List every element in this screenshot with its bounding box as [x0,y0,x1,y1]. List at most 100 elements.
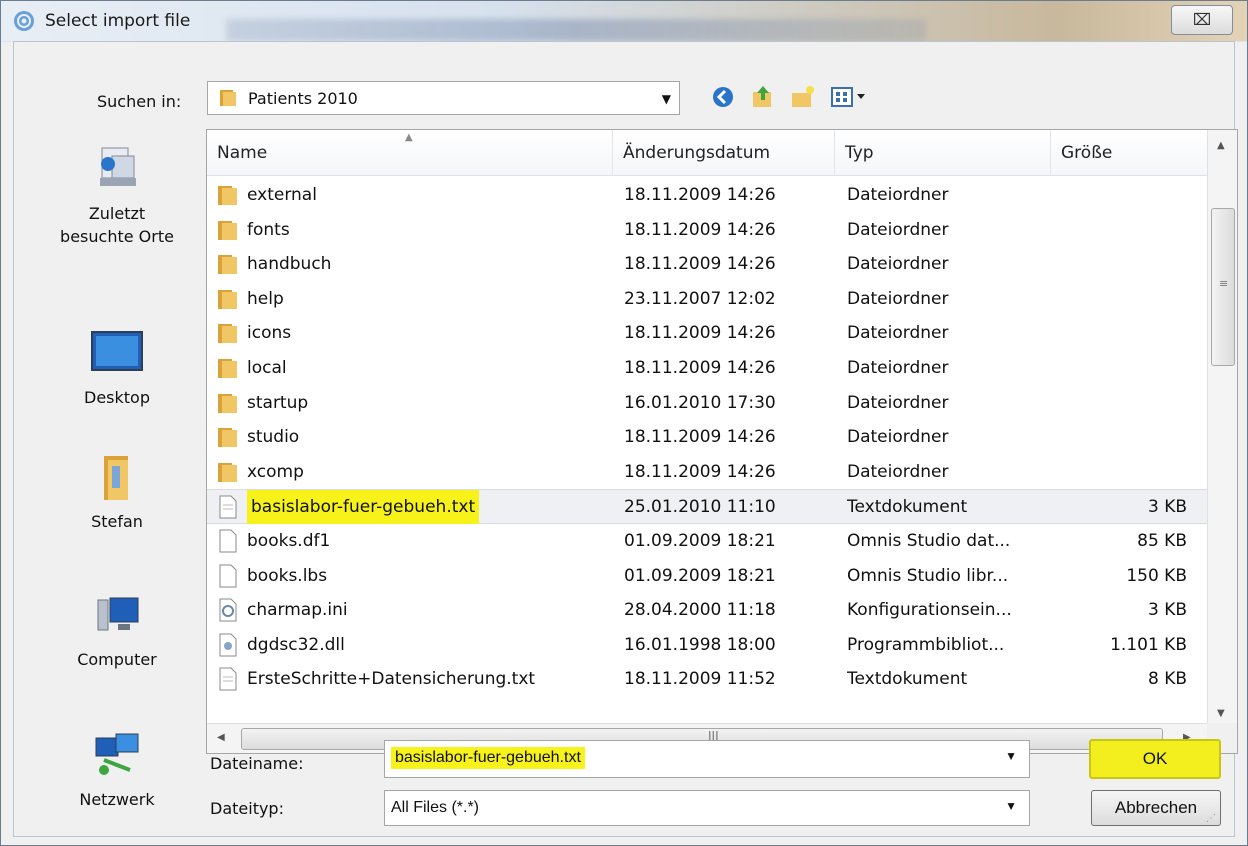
file-name: books.df1 [247,531,331,551]
file-type: Omnis Studio libr... [847,565,1009,586]
file-type: Dateiordner [847,185,949,205]
file-type: Dateiordner [847,288,949,309]
file-name: fonts [247,219,290,240]
file-row[interactable]: studio 18.11.2009 14:26 Dateiordner [207,420,1207,455]
file-date: 01.09.2009 18:21 [624,565,776,586]
file-name: icons [247,323,292,344]
file-name: xcomp [247,461,304,482]
file-type: Programmbibliot... [847,634,1005,655]
file-type: Konfigurationsein... [847,600,1012,621]
dialog-body: Suchen in: Patients 2010 ▼ Zuletzt besuc… [13,41,1238,837]
file-name-cell: ErsteSchritte+Datensicherung.txt [217,662,607,696]
vertical-scrollbar[interactable]: ▲ ≡ ▼ [1207,130,1237,724]
file-name-cell: handbuch [217,247,607,281]
desktop-icon [91,331,143,371]
file-row[interactable]: handbuch 18.11.2009 14:26 Dateiordner [207,247,1207,282]
file-type: Dateiordner [847,254,949,275]
file-name-cell: xcomp [217,455,607,489]
filetype-value: All Files (*.*) [391,799,480,816]
filename-input[interactable]: basislabor-fuer-gebueh.txt ▼ [384,740,1030,778]
file-row[interactable]: startup 16.01.2010 17:30 Dateiordner [207,386,1207,421]
file-name: handbuch [247,254,332,275]
place-label-network: Netzwerk [79,790,155,809]
file-name-cell: local [217,351,607,385]
folder-icon [217,321,239,345]
column-size[interactable]: Größe [1051,130,1207,176]
file-row[interactable]: help 23.11.2007 12:02 Dateiordner [207,282,1207,317]
file-name: ErsteSchritte+Datensicherung.txt [247,669,536,690]
column-date[interactable]: Änderungsdatum [613,130,835,176]
place-label-recent: Zuletzt besuchte Orte [60,204,174,246]
file-name: startup [247,392,309,413]
file-icon [217,529,239,553]
file-name: charmap.ini [247,600,348,621]
close-button[interactable]: ⌧ [1171,5,1233,35]
place-user[interactable]: Stefan [42,452,192,531]
file-date: 23.11.2007 12:02 [624,288,776,309]
place-desktop[interactable]: Desktop [42,328,192,407]
file-name-cell: fonts [217,213,607,247]
place-recent[interactable]: Zuletzt besuchte Orte [42,142,192,248]
up-folder-icon[interactable] [750,84,776,110]
file-row[interactable]: charmap.ini 28.04.2000 11:18 Konfiguration… [207,593,1207,628]
dialog-window: Select import file ⌧ Suchen in: Patients… [0,0,1248,846]
scroll-left-icon[interactable]: ◀ [217,732,225,743]
place-computer[interactable]: Computer [42,590,192,669]
file-size [1057,247,1187,281]
file-name-cell: books.df1 [217,524,607,558]
file-size: 1.101 KB [1110,634,1187,655]
file-row[interactable]: external 18.11.2009 14:26 Dateiordner [207,178,1207,213]
sort-ascending-icon: ▲ [405,132,413,143]
file-type: Dateiordner [847,461,949,482]
file-name-cell: charmap.ini [217,593,607,627]
scroll-down-icon[interactable]: ▼ [1217,708,1225,719]
filetype-select[interactable]: All Files (*.*) ▼ [384,790,1030,826]
app-icon [14,11,34,31]
lookin-label: Suchen in: [97,92,182,111]
column-type[interactable]: Typ [835,130,1051,176]
file-row[interactable]: icons 18.11.2009 14:26 Dateiordner [207,316,1207,351]
file-row[interactable]: fonts 18.11.2009 14:26 Dateiordner [207,213,1207,248]
file-size [1057,178,1187,212]
file-row[interactable]: books.df1 01.09.2009 18:21 Omnis Studio da… [207,524,1207,559]
place-network[interactable]: Netzwerk [42,730,192,809]
file-icon [217,564,239,588]
folder-icon [217,218,239,242]
scroll-up-icon[interactable]: ▲ [1217,140,1225,151]
file-size [1057,455,1187,489]
new-folder-icon[interactable] [790,84,816,110]
file-row[interactable]: dgdsc32.dll 16.01.1998 18:00 Programmbibli… [207,628,1207,663]
file-size: 85 KB [1137,531,1187,551]
title-bar[interactable]: Select import file ⌧ [1,1,1247,41]
file-type: Dateiordner [847,323,949,344]
file-size: 8 KB [1147,669,1187,690]
file-size [1057,420,1187,454]
file-row[interactable]: basislabor-fuer-gebueh.txt 25.01.2010 11:… [207,489,1207,525]
file-row[interactable]: ErsteSchritte+Datensicherung.txt 18.11.20… [207,662,1207,697]
file-size [1057,386,1187,420]
back-icon[interactable] [710,84,736,110]
lookin-combobox[interactable]: Patients 2010 ▼ [207,81,680,115]
chevron-down-icon[interactable]: ▼ [1005,799,1017,813]
file-date: 16.01.2010 17:30 [624,392,776,413]
file-row[interactable]: books.lbs 01.09.2009 18:21 Omnis Studio li… [207,559,1207,594]
resize-grip-icon[interactable]: ⋰ [1206,813,1216,824]
file-name: studio [247,427,300,448]
file-row[interactable]: local 18.11.2009 14:26 Dateiordner [207,351,1207,386]
chevron-down-icon[interactable]: ▼ [662,92,671,106]
network-icon [95,733,139,775]
ok-button[interactable]: OK [1089,739,1221,779]
place-label-user: Stefan [91,512,143,531]
chevron-down-icon[interactable]: ▼ [1005,749,1017,763]
file-type: Dateiordner [847,219,949,240]
file-list[interactable]: Name ▲ Änderungsdatum Typ Größe external… [206,129,1238,754]
vertical-scroll-thumb[interactable]: ≡ [1211,208,1235,366]
file-date: 28.04.2000 11:18 [624,600,776,621]
file-date: 18.11.2009 14:26 [624,219,776,240]
file-row[interactable]: xcomp 18.11.2009 14:26 Dateiordner [207,455,1207,490]
view-menu-icon[interactable] [830,84,870,110]
file-date: 18.11.2009 14:26 [624,427,776,448]
file-name: books.lbs [247,565,328,586]
config-file-icon [217,598,239,622]
cancel-button[interactable]: Abbrechen [1091,790,1221,826]
